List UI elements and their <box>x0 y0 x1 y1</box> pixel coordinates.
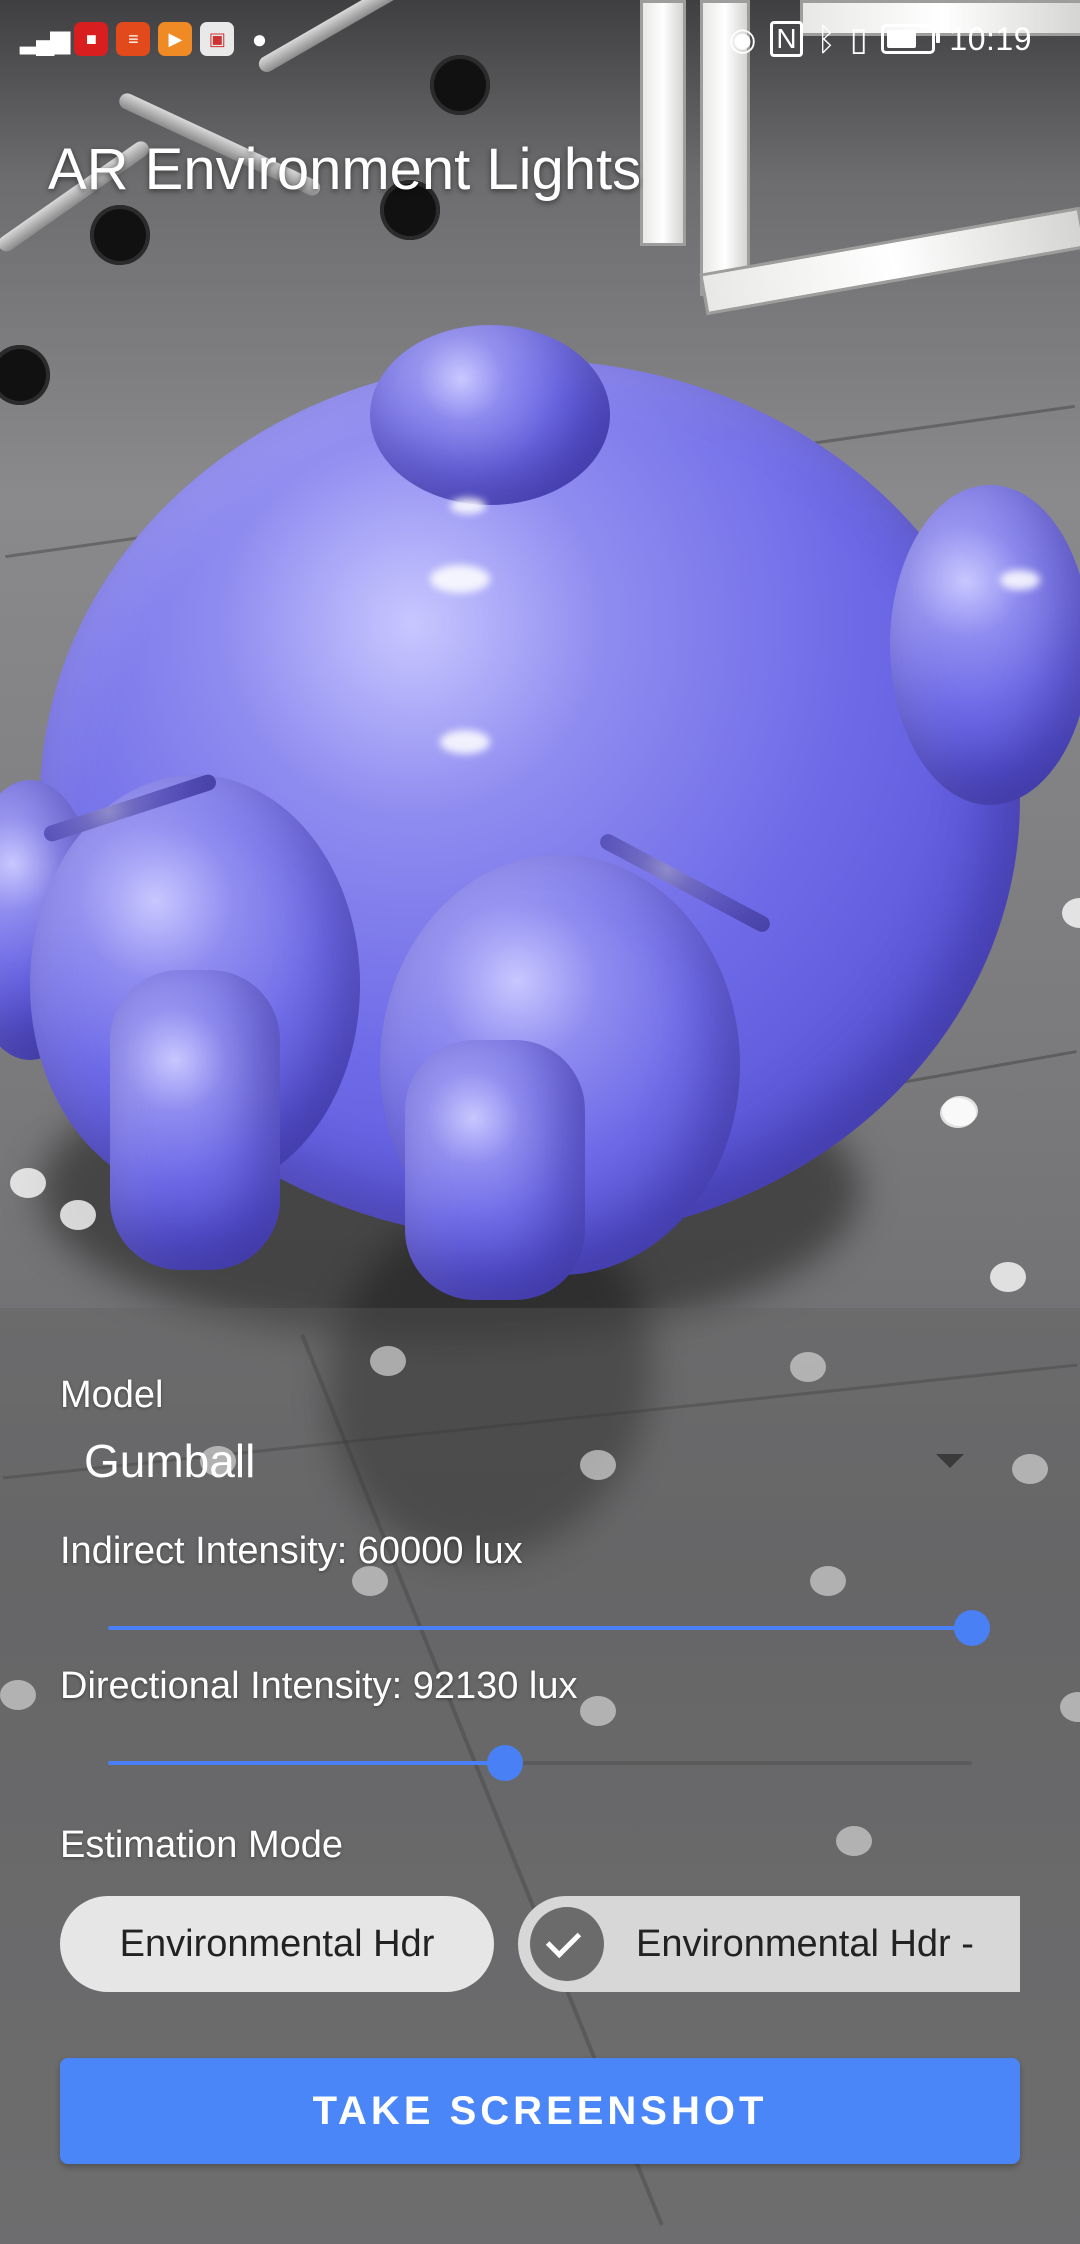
status-bar: ▂▄▆ ■ ≡ ▶ ▣ ● ◉ N ᛒ ▯ 10:19 <box>0 0 1080 86</box>
app-title: AR Environment Lights <box>48 137 642 202</box>
chip-environmental-hdr-variant[interactable]: Environmental Hdr - <box>518 1896 1020 1992</box>
gumball-finger <box>110 970 280 1270</box>
indirect-intensity-label: Indirect Intensity: 60000 lux <box>60 1530 523 1572</box>
news-app-icon: ≡ <box>116 22 151 56</box>
notification-icons: ▂▄▆ ■ ≡ ▶ ▣ ● <box>20 22 276 56</box>
estimation-mode-label: Estimation Mode <box>60 1824 344 1866</box>
indirect-intensity-slider[interactable] <box>108 1608 990 1648</box>
store-app-icon: ▣ <box>200 22 235 56</box>
vibrate-icon: ▯ <box>849 21 868 57</box>
model-highlight <box>440 730 490 754</box>
model-dropdown[interactable]: Gumball <box>60 1420 980 1500</box>
slider-active-track <box>108 1626 972 1630</box>
gumball-ear <box>890 485 1080 805</box>
plane-dot <box>990 1262 1026 1292</box>
nfc-icon: N <box>770 21 803 57</box>
slider-active-track <box>108 1761 506 1765</box>
clock: 10:19 <box>949 20 1032 57</box>
directional-intensity-slider[interactable] <box>108 1743 972 1783</box>
gumball-ear <box>370 325 610 505</box>
model-highlight <box>1000 570 1040 590</box>
take-screenshot-button[interactable]: TAKE SCREENSHOT <box>60 2058 1020 2164</box>
check-icon <box>530 1907 604 1981</box>
eye-comfort-icon: ◉ <box>728 21 757 57</box>
plane-dot <box>10 1168 46 1198</box>
wechat-icon: ● <box>251 24 268 54</box>
player-app-icon: ▶ <box>158 22 193 56</box>
plane-dot <box>942 1096 978 1126</box>
signal-icon: ▂▄▆ <box>20 23 70 54</box>
video-app-icon: ■ <box>74 22 109 56</box>
system-icons: ◉ N ᛒ ▯ 10:19 <box>728 20 1032 58</box>
model-dropdown-value: Gumball <box>84 1435 256 1487</box>
model-highlight <box>430 565 490 593</box>
bluetooth-icon: ᛒ <box>816 20 836 57</box>
model-label: Model <box>60 1374 164 1416</box>
chip-environmental-hdr[interactable]: Environmental Hdr <box>60 1896 494 1992</box>
model-highlight <box>450 498 486 514</box>
plane-dot <box>60 1200 96 1230</box>
chip-label: Environmental Hdr - <box>636 1922 974 1965</box>
gumball-finger <box>405 1040 585 1300</box>
chevron-down-icon <box>936 1454 964 1468</box>
directional-intensity-label: Directional Intensity: 92130 lux <box>60 1665 578 1707</box>
chip-label: Environmental Hdr <box>119 1922 435 1965</box>
battery-icon <box>881 24 941 54</box>
slider-thumb[interactable] <box>487 1745 524 1781</box>
slider-thumb[interactable] <box>954 1610 990 1646</box>
